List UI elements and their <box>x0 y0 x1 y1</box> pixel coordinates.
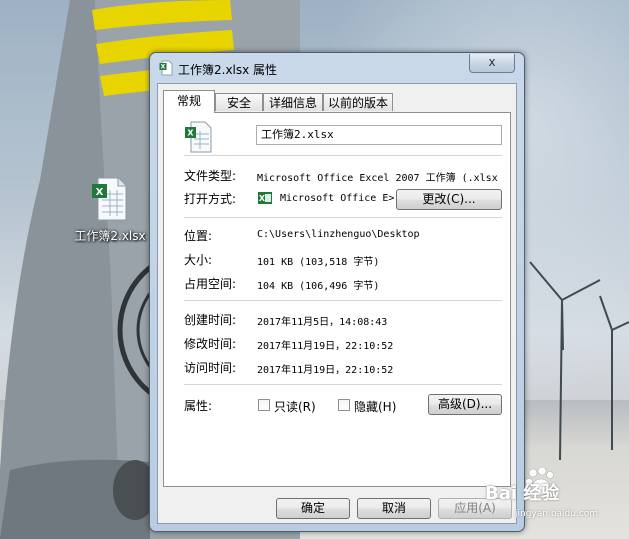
accessed-label: 访问时间: <box>184 361 237 375</box>
location-label: 位置: <box>184 229 213 243</box>
tab-security[interactable]: 安全 <box>215 93 263 111</box>
tab-general[interactable]: 常规 <box>163 90 215 113</box>
disk-size-value: 104 KB (106,496 字节) <box>257 281 380 292</box>
svg-text:X: X <box>187 129 194 138</box>
separator <box>184 155 502 156</box>
excel-file-large-icon: X <box>185 121 212 153</box>
dialog-client-area: 常规 安全 详细信息 以前的版本 X 工作簿2.xlsx 文件类型: Micro… <box>157 83 517 524</box>
baidu-watermark: Bai 经验 jingyan.baidu.com <box>473 463 623 523</box>
disk-size-label: 占用空间: <box>184 277 237 291</box>
file-type-value: Microsoft Office Excel 2007 工作簿 (.xlsx <box>257 173 498 184</box>
svg-text:X: X <box>259 194 266 203</box>
excel-file-icon: X <box>159 60 173 76</box>
close-button[interactable]: x <box>469 54 515 73</box>
change-button[interactable]: 更改(C)... <box>396 189 502 210</box>
properties-dialog: X 工作簿2.xlsx 属性 x 常规 安全 详细信息 以前的版本 X 工作簿2… <box>149 52 525 532</box>
hidden-checkbox[interactable] <box>338 399 350 411</box>
ok-button[interactable]: 确定 <box>276 498 350 519</box>
filename-input[interactable]: 工作簿2.xlsx <box>256 125 502 145</box>
tab-details[interactable]: 详细信息 <box>263 93 323 111</box>
svg-text:X: X <box>161 64 166 71</box>
tab-previous-versions[interactable]: 以前的版本 <box>323 93 393 111</box>
size-label: 大小: <box>184 253 213 267</box>
file-type-label: 文件类型: <box>184 169 237 183</box>
readonly-label[interactable]: 只读(R) <box>274 398 316 415</box>
open-with-value: Microsoft Office E> <box>280 193 395 204</box>
created-value: 2017年11月5日，14:08:43 <box>257 317 388 328</box>
modified-label: 修改时间: <box>184 337 237 351</box>
hidden-label[interactable]: 隐藏(H) <box>354 398 396 415</box>
dialog-title: 工作簿2.xlsx 属性 <box>178 63 278 77</box>
desktop-file-icon[interactable]: X 工作簿2.xlsx <box>70 176 150 246</box>
desktop-file-label: 工作簿2.xlsx <box>74 229 146 243</box>
separator <box>184 217 502 218</box>
attributes-label: 属性: <box>184 399 213 413</box>
open-with-label: 打开方式: <box>184 192 237 206</box>
general-tab-panel: X 工作簿2.xlsx 文件类型: Microsoft Office Excel… <box>163 112 511 487</box>
watermark-url: jingyan.baidu.com <box>515 509 599 519</box>
svg-text:X: X <box>96 187 104 198</box>
modified-value: 2017年11月19日，22:10:52 <box>257 341 394 352</box>
advanced-button[interactable]: 高级(D)... <box>428 394 502 415</box>
size-value: 101 KB (103,518 字节) <box>257 257 380 268</box>
accessed-value: 2017年11月19日，22:10:52 <box>257 365 394 376</box>
excel-file-icon: X <box>92 177 127 221</box>
created-label: 创建时间: <box>184 313 237 327</box>
excel-app-icon: X <box>258 192 272 204</box>
watermark-text: Bai 经验 <box>485 483 560 504</box>
readonly-checkbox[interactable] <box>258 399 270 411</box>
cancel-button[interactable]: 取消 <box>357 498 431 519</box>
separator <box>184 300 502 301</box>
title-bar[interactable]: X 工作簿2.xlsx 属性 x <box>150 53 524 83</box>
location-value: C:\Users\linzhenguo\Desktop <box>257 229 420 240</box>
separator <box>184 384 502 385</box>
